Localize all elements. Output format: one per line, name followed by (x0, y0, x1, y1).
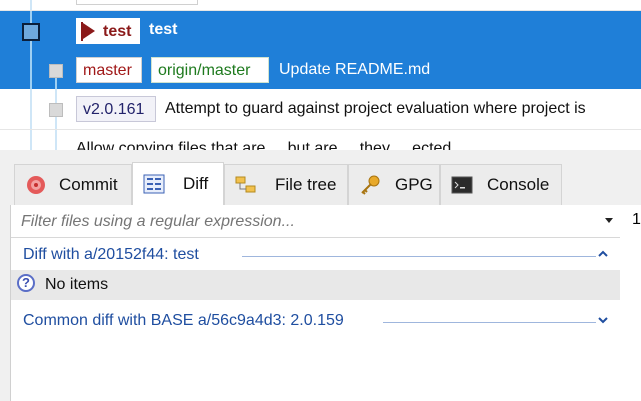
tab-console[interactable]: Console (440, 164, 562, 205)
branch-tag-origin-master[interactable]: origin/master (151, 57, 269, 83)
key-icon (361, 175, 380, 195)
commit-node (49, 103, 63, 117)
file-filter[interactable] (11, 205, 621, 238)
console-icon (451, 176, 473, 194)
dropdown-arrow-icon[interactable] (605, 218, 613, 223)
commit-node-current (22, 23, 40, 41)
chevron-down-icon[interactable] (598, 315, 608, 325)
bottom-tab-bar: Commit Diff File tree GPG Console (0, 150, 641, 206)
diff-panel: Diff with a/20152f44: test ? No items Co… (10, 205, 622, 401)
tab-gpg[interactable]: GPG (348, 164, 440, 205)
commit-message: test (149, 21, 178, 38)
diff-section-header[interactable]: Diff with a/20152f44: test (11, 239, 621, 271)
commit-row-v2-0-161[interactable]: v2.0.161 Attempt to guard against projec… (0, 89, 641, 130)
branch-tag-master[interactable]: master (76, 57, 142, 83)
commit-row-selected-test[interactable]: test test (0, 10, 641, 52)
tab-diff[interactable]: Diff (132, 162, 224, 206)
commit-graph: test test master origin/master Update RE… (0, 0, 641, 150)
tag-test[interactable]: test (76, 18, 140, 44)
empty-state: ? No items (11, 270, 621, 300)
commit-message: Allow copying files that are ... but are… (76, 140, 470, 150)
right-pane: 1 (620, 205, 641, 401)
filter-input[interactable] (19, 209, 593, 235)
commit-message: Attempt to guard against project evaluat… (165, 100, 586, 117)
file-tree-icon (235, 176, 256, 193)
commit-row-update-readme[interactable]: master origin/master Update README.md (0, 52, 641, 89)
diff-icon (143, 174, 165, 194)
tag-version[interactable]: v2.0.161 (76, 96, 156, 122)
common-diff-section-header[interactable]: Common diff with BASE a/56c9a4d3: 2.0.15… (11, 305, 621, 337)
chevron-up-icon[interactable] (598, 249, 608, 259)
commit-row-partial (0, 0, 641, 11)
commit-row-partial-bottom: Allow copying files that are ... but are… (0, 130, 641, 150)
commit-node (49, 64, 63, 78)
line-number: 1 (632, 211, 641, 228)
commit-message: Update README.md (279, 61, 431, 78)
help-icon: ? (17, 274, 35, 292)
tab-file-tree[interactable]: File tree (224, 164, 348, 205)
commit-icon (27, 176, 45, 194)
tab-commit[interactable]: Commit (14, 164, 132, 205)
